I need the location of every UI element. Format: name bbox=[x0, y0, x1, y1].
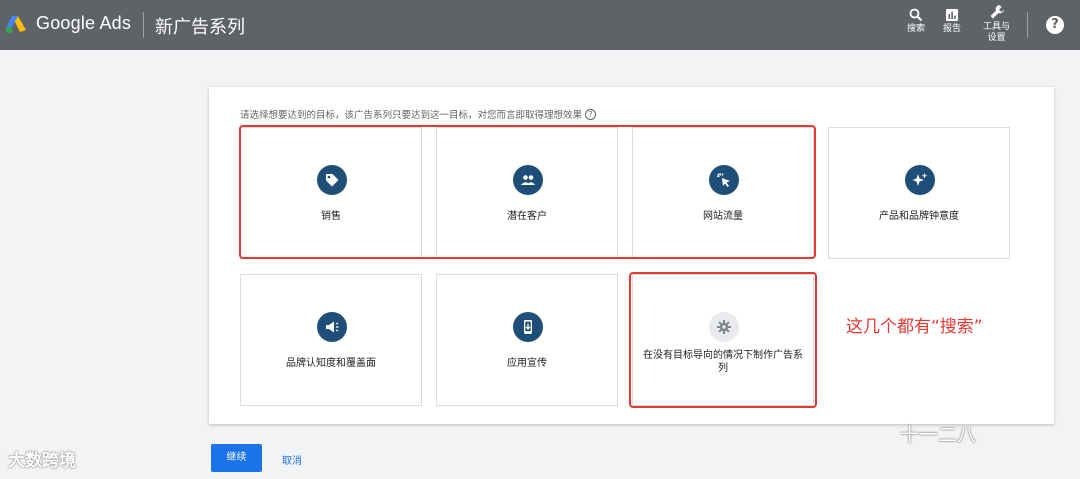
header-divider-right bbox=[1027, 12, 1028, 38]
phone-download-icon bbox=[513, 312, 543, 342]
cancel-button[interactable]: 取消 bbox=[282, 452, 302, 467]
goal-card-label: 品牌认知度和覆盖面 bbox=[286, 358, 376, 369]
sparkle-icon bbox=[905, 165, 935, 195]
megaphone-icon bbox=[317, 312, 347, 342]
header-divider bbox=[143, 12, 144, 38]
page-title: 新广告系列 bbox=[155, 17, 245, 38]
top-app-bar: Google Ads 新广告系列 搜索 报告 工具与 设置 ? bbox=[0, 0, 1080, 50]
highlight-box-no-goal bbox=[629, 272, 817, 408]
tools-label-line2: 设置 bbox=[987, 33, 1006, 43]
goal-card-app-promotion[interactable]: 应用宣传 bbox=[436, 274, 618, 406]
reports-label: 报告 bbox=[943, 24, 962, 34]
google-ads-logo-icon bbox=[5, 16, 26, 34]
watermark-left: 大数跨境 bbox=[8, 451, 76, 471]
brand-name: Google Ads bbox=[36, 13, 132, 33]
search-button[interactable]: 搜索 bbox=[907, 8, 925, 35]
reports-icon bbox=[946, 9, 958, 21]
continue-button[interactable]: 继续 bbox=[211, 444, 262, 472]
help-icon[interactable]: ? bbox=[1046, 16, 1064, 34]
goal-card-brand-awareness[interactable]: 品牌认知度和覆盖面 bbox=[240, 274, 422, 406]
search-label: 搜索 bbox=[907, 24, 926, 34]
goal-instruction: 请选择想要达到的目标，该广告系列只要达到这一目标，对您而言即取得理想效果? bbox=[240, 107, 597, 121]
goal-instruction-text: 请选择想要达到的目标，该广告系列只要达到这一目标，对您而言即取得理想效果 bbox=[240, 110, 583, 121]
goal-card-brand-consideration[interactable]: 产品和品牌钟意度 bbox=[828, 127, 1010, 259]
annotation-text: 这几个都有“搜索” bbox=[846, 317, 983, 337]
search-icon bbox=[909, 8, 923, 22]
reports-button[interactable]: 报告 bbox=[943, 8, 961, 35]
highlight-box-row1 bbox=[239, 125, 816, 259]
question-icon[interactable]: ? bbox=[585, 109, 597, 120]
goal-card-label: 应用宣传 bbox=[507, 358, 547, 369]
tools-label-line1: 工具与 bbox=[983, 22, 1011, 32]
goal-card-label: 产品和品牌钟意度 bbox=[879, 211, 959, 222]
tools-settings-button[interactable]: 工具与 设置 bbox=[983, 4, 1010, 44]
watermark-right: 十一二八 bbox=[900, 424, 977, 446]
wrench-icon bbox=[990, 5, 1004, 19]
